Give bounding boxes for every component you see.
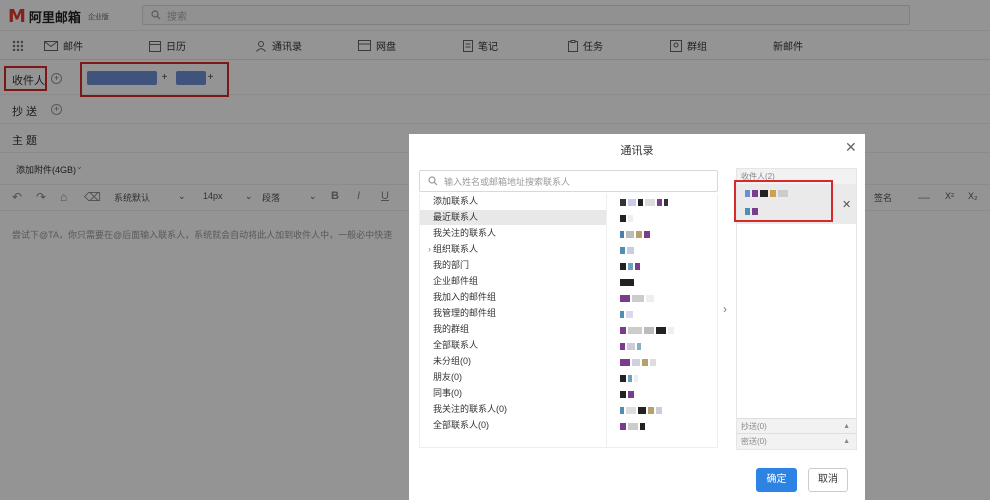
- recipients-highlight: [734, 180, 833, 222]
- group-item[interactable]: 我关注的联系人: [420, 226, 607, 241]
- chevron-up-icon[interactable]: ▲: [843, 434, 850, 449]
- search-icon: [428, 176, 438, 186]
- contact-row[interactable]: [620, 213, 633, 223]
- mail-app: M 阿里邮箱 企业版 搜索 邮件 日历 通讯录 网盘 笔记 任务 群组 新邮件 …: [0, 0, 990, 500]
- add-to-recipients-icon[interactable]: ›: [723, 302, 727, 316]
- bcc-section[interactable]: 密送(0) ▲: [737, 433, 856, 448]
- group-item[interactable]: 未分组(0): [420, 354, 607, 369]
- contact-row[interactable]: [620, 421, 645, 431]
- group-item[interactable]: 企业邮件组: [420, 274, 607, 289]
- close-icon[interactable]: ✕: [845, 139, 857, 156]
- contact-list: [606, 194, 718, 448]
- address-book-dialog: 通讯录 ✕ 输入姓名或邮箱地址搜索联系人 添加联系人 最近联系人 我关注的联系人…: [409, 134, 865, 500]
- contact-search-input[interactable]: 输入姓名或邮箱地址搜索联系人: [419, 170, 718, 192]
- contact-row[interactable]: [620, 197, 668, 207]
- contact-row[interactable]: [620, 325, 674, 335]
- search-placeholder: 输入姓名或邮箱地址搜索联系人: [444, 176, 571, 187]
- cancel-button[interactable]: 取消: [808, 468, 848, 492]
- group-list: 添加联系人 最近联系人 我关注的联系人 › 组织联系人 我的部门 企业邮件组 我加…: [419, 194, 607, 448]
- contact-row[interactable]: [620, 357, 656, 367]
- dialog-title: 通讯录: [620, 145, 654, 157]
- contact-row[interactable]: [620, 405, 662, 415]
- contact-row[interactable]: [620, 309, 633, 319]
- group-item[interactable]: 我关注的联系人(0): [420, 402, 607, 417]
- contact-row[interactable]: [620, 389, 634, 399]
- group-item[interactable]: 我的群组: [420, 322, 607, 337]
- group-item[interactable]: 朋友(0): [420, 370, 607, 385]
- contact-row[interactable]: [620, 277, 634, 287]
- chevron-right-icon[interactable]: ›: [428, 242, 431, 257]
- cc-section[interactable]: 抄送(0) ▲: [737, 418, 856, 433]
- group-item[interactable]: 同事(0): [420, 386, 607, 401]
- group-item[interactable]: 我管理的邮件组: [420, 306, 607, 321]
- contact-row[interactable]: [620, 293, 654, 303]
- group-item-expandable[interactable]: › 组织联系人: [420, 242, 607, 257]
- contact-row[interactable]: [620, 261, 640, 271]
- chevron-up-icon[interactable]: ▲: [843, 419, 850, 434]
- group-label: 组织联系人: [433, 244, 479, 254]
- group-item[interactable]: 添加联系人: [420, 194, 607, 209]
- contact-row[interactable]: [620, 245, 634, 255]
- remove-recipient-icon[interactable]: ✕: [842, 198, 851, 211]
- group-item[interactable]: 全部联系人(0): [420, 418, 607, 433]
- cc-header: 抄送(0): [741, 422, 767, 431]
- confirm-button[interactable]: 确定: [756, 468, 797, 492]
- contact-row[interactable]: [620, 373, 638, 383]
- contact-row[interactable]: [620, 229, 650, 239]
- group-item[interactable]: 最近联系人: [420, 210, 607, 225]
- bcc-header: 密送(0): [741, 437, 767, 446]
- group-item[interactable]: 我的部门: [420, 258, 607, 273]
- group-item[interactable]: 我加入的邮件组: [420, 290, 607, 305]
- group-item[interactable]: 全部联系人: [420, 338, 607, 353]
- contact-row[interactable]: [620, 341, 641, 351]
